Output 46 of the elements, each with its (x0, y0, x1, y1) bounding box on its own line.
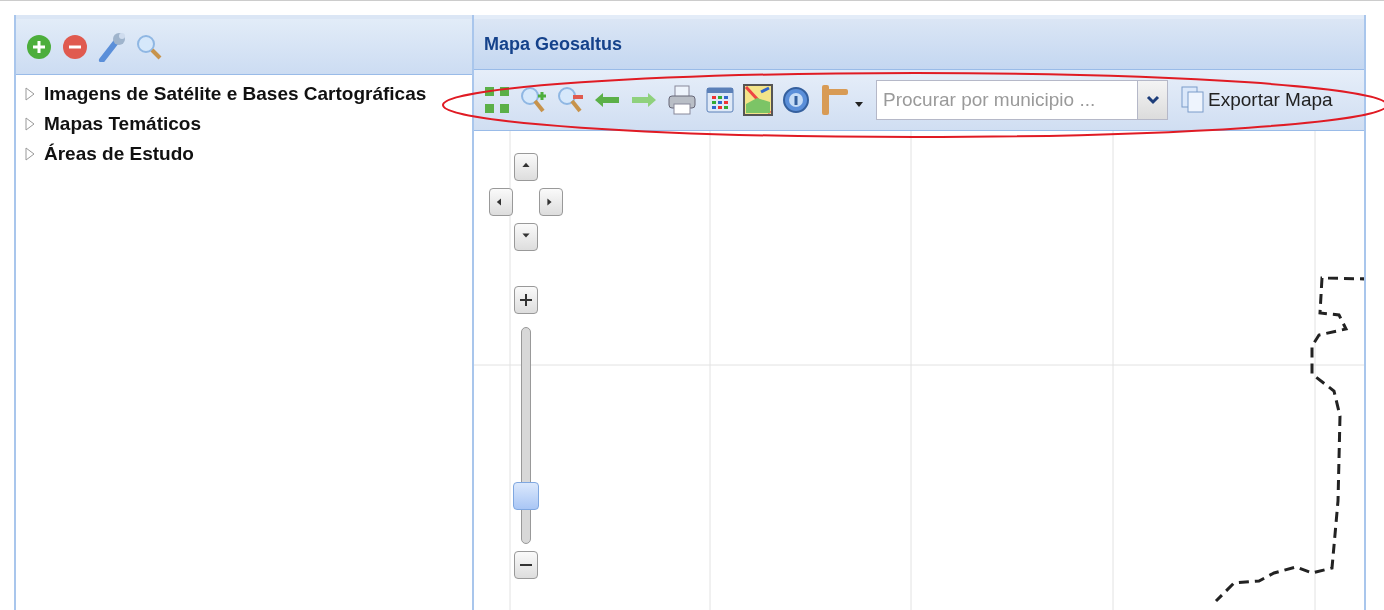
print-button[interactable] (667, 84, 697, 116)
search-button[interactable] (136, 33, 162, 60)
info-icon (782, 86, 810, 114)
plus-icon (26, 33, 52, 60)
search-icon (136, 33, 162, 60)
pan-up-button[interactable] (514, 153, 538, 181)
zoom-out-icon (556, 85, 584, 115)
zoom-slider[interactable] (513, 327, 539, 544)
documents-icon (1181, 86, 1205, 114)
measure-button[interactable] (819, 83, 863, 117)
full-extent-button[interactable] (484, 85, 510, 115)
zoom-in-button[interactable] (514, 286, 538, 314)
minus-icon (62, 33, 88, 60)
map-button[interactable] (743, 84, 773, 116)
tree-item[interactable]: Mapas Temáticos (44, 113, 201, 135)
expand-arrow-icon[interactable] (24, 87, 36, 101)
legend-button[interactable] (706, 87, 734, 113)
add-button[interactable] (26, 33, 52, 60)
info-button[interactable] (782, 86, 810, 114)
map-icon (743, 84, 773, 116)
expand-arrow-icon[interactable] (24, 147, 36, 161)
tree-item[interactable]: Imagens de Satélite e Bases Cartográficas (44, 83, 427, 105)
back-button[interactable] (593, 90, 621, 110)
plus-icon (519, 293, 533, 307)
municipality-search-field[interactable]: Procurar por municipio ... (876, 80, 1138, 120)
wrench-icon (98, 31, 126, 62)
export-map-button[interactable]: Exportar Mapa (1177, 86, 1337, 114)
zoom-out-button[interactable] (514, 551, 538, 579)
printer-icon (667, 84, 697, 116)
settings-button[interactable] (98, 31, 126, 62)
zoom-in-icon (519, 85, 547, 115)
left-arrow-icon (593, 90, 621, 110)
right-arrow-icon (630, 90, 658, 110)
chevron-down-icon (1145, 95, 1160, 105)
pan-down-button[interactable] (514, 223, 538, 251)
panel-title: Mapa Geosaltus (484, 33, 623, 55)
tree-item[interactable]: Áreas de Estudo (44, 143, 194, 165)
grid-corners-icon (484, 85, 510, 115)
remove-button[interactable] (62, 33, 88, 60)
pan-right-button[interactable] (539, 188, 563, 216)
ruler-icon (819, 83, 863, 117)
dropdown-button[interactable] (1138, 80, 1168, 120)
expand-arrow-icon[interactable] (24, 117, 36, 131)
pan-left-button[interactable] (489, 188, 513, 216)
color-grid-icon (706, 87, 734, 113)
slider-thumb[interactable] (513, 481, 539, 510)
